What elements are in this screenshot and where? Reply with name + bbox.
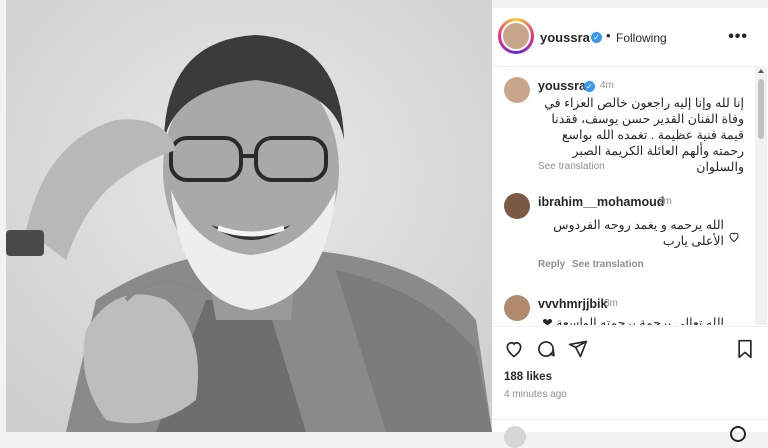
comment-see-translation[interactable]: See translation — [572, 259, 644, 270]
scroll-thumb[interactable] — [758, 79, 764, 139]
comment-icon[interactable] — [536, 339, 556, 359]
commenter-avatar[interactable] — [504, 295, 530, 321]
post-actions: 188 likes 4 minutes ago — [492, 326, 768, 448]
reply-button[interactable]: Reply — [538, 259, 565, 270]
commenter-avatar[interactable] — [504, 193, 530, 219]
following-button[interactable]: Following — [616, 31, 667, 45]
verified-badge-icon: ✓ — [591, 32, 602, 43]
comment-author-username[interactable]: ibrahim__mohamoud — [538, 195, 664, 209]
verified-badge-icon: ✓ — [584, 81, 595, 92]
comment-text: الله يرحمه و يغمد روحه الفردوس الأعلى يا… — [553, 218, 724, 248]
emoji-icon[interactable] — [730, 426, 746, 442]
caption-time: 4m — [600, 80, 614, 91]
share-icon[interactable] — [568, 339, 588, 359]
caption-item: youssra ✓ 4m إنا لله وإنا إليه راجعون خا… — [492, 67, 754, 185]
caption-see-translation[interactable]: See translation — [538, 161, 605, 172]
viewer-avatar[interactable] — [504, 426, 526, 448]
caption-author-username[interactable]: youssra — [538, 79, 586, 93]
post-photo[interactable] — [6, 0, 492, 432]
post-side-panel: youssra ✓ • Following ••• youssra ✓ 4m إ… — [492, 8, 768, 448]
author-avatar[interactable] — [498, 18, 534, 54]
comment-time: 2m — [658, 196, 672, 207]
comments-scrollbar[interactable] — [755, 67, 767, 325]
more-options-icon[interactable]: ••• — [728, 28, 748, 46]
comment-author-username[interactable]: vvvhmrjjbik — [538, 297, 607, 311]
author-username[interactable]: youssra — [540, 30, 590, 45]
bookmark-icon[interactable] — [736, 339, 754, 359]
comment-time: 3m — [604, 298, 618, 309]
caption-author-avatar[interactable] — [504, 77, 530, 103]
comments-list[interactable]: youssra ✓ 4m إنا لله وإنا إليه راجعون خا… — [492, 67, 754, 325]
heart-icon[interactable] — [728, 231, 740, 243]
likes-count[interactable]: 188 likes — [504, 371, 552, 383]
heart-icon[interactable] — [504, 339, 524, 359]
scroll-up-arrow[interactable] — [758, 69, 764, 73]
post-time: 4 minutes ago — [504, 389, 567, 400]
comment-item: ibrahim__mohamoud 2m الله يرحمه و يغمد ر… — [492, 185, 754, 289]
man-portrait-image — [6, 0, 492, 432]
comment-text: الله تعالى برحمة برحمته الواسعة ❤ — [542, 316, 724, 325]
comment-item: vvvhmrjjbik 3m الله تعالى برحمة برحمته ا… — [492, 289, 754, 325]
post-header: youssra ✓ • Following ••• — [492, 8, 760, 67]
dot-separator: • — [606, 28, 611, 43]
